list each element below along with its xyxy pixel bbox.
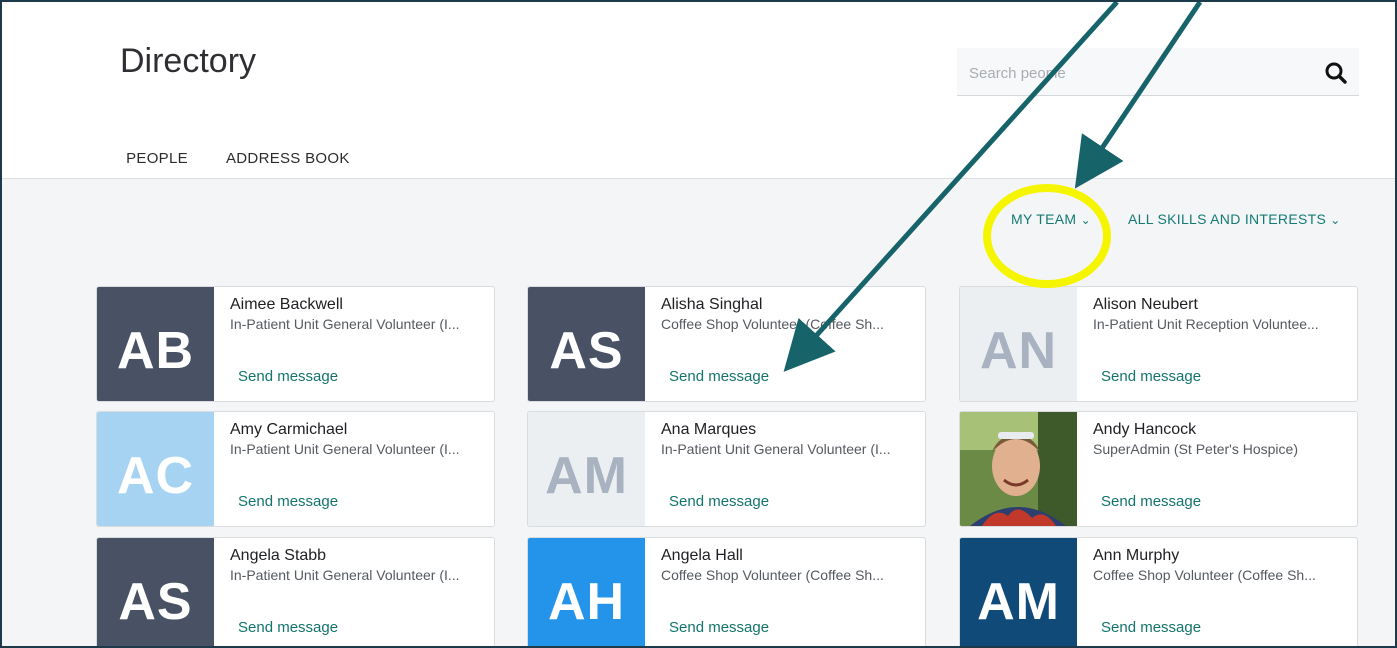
send-message-link[interactable]: Send message <box>669 493 769 510</box>
person-role: Coffee Shop Volunteer (Coffee Sh... <box>661 567 884 583</box>
search-input[interactable] <box>967 60 1301 86</box>
send-message-link[interactable]: Send message <box>669 368 769 385</box>
team-filter-label: MY TEAM <box>1011 211 1077 227</box>
tab-people[interactable]: PEOPLE <box>110 150 204 182</box>
skills-filter-label: ALL SKILLS AND INTERESTS <box>1128 211 1327 227</box>
person-name: Ann Murphy <box>1093 547 1180 564</box>
avatar: AM <box>960 538 1077 646</box>
send-message-link[interactable]: Send message <box>238 619 338 636</box>
tab-address-book[interactable]: ADDRESS BOOK <box>226 150 350 180</box>
person-card[interactable]: AS Alisha Singhal Coffee Shop Volunteer (C… <box>527 286 926 402</box>
person-name: Amy Carmichael <box>230 421 348 438</box>
person-role: In-Patient Unit Reception Voluntee... <box>1093 316 1319 332</box>
page-title: Directory <box>120 42 257 80</box>
person-name: Angela Stabb <box>230 547 327 564</box>
send-message-link[interactable]: Send message <box>238 493 338 510</box>
person-name: Alisha Singhal <box>661 296 763 313</box>
person-card[interactable]: AS Angela Stabb In-Patient Unit General Vo… <box>96 537 495 646</box>
avatar-initials: AS <box>549 322 624 380</box>
avatar-initials: AS <box>118 573 193 631</box>
person-role: SuperAdmin (St Peter's Hospice) <box>1093 441 1298 457</box>
person-role: Coffee Shop Volunteer (Coffee Sh... <box>1093 567 1316 583</box>
search-box <box>957 48 1359 96</box>
search-icon[interactable] <box>1323 60 1349 86</box>
send-message-link[interactable]: Send message <box>1101 368 1201 385</box>
team-filter-dropdown[interactable]: MY TEAM ⌄ <box>1011 211 1091 227</box>
send-message-link[interactable]: Send message <box>669 619 769 636</box>
person-role: In-Patient Unit General Volunteer (I... <box>661 441 891 457</box>
app-window: Directory PEOPLE ADDRESS BOOK MY TEAM ⌄ … <box>0 0 1397 648</box>
person-role: Coffee Shop Volunteer (Coffee Sh... <box>661 316 884 332</box>
avatar: AB <box>97 287 214 401</box>
person-card[interactable]: AB Aimee Backwell In-Patient Unit General … <box>96 286 495 402</box>
skills-filter-dropdown[interactable]: ALL SKILLS AND INTERESTS ⌄ <box>1128 211 1341 227</box>
chevron-down-icon: ⌄ <box>1330 213 1341 227</box>
person-role: In-Patient Unit General Volunteer (I... <box>230 441 460 457</box>
person-name: Alison Neubert <box>1093 296 1198 313</box>
person-card[interactable]: AM Ana Marques In-Patient Unit General Vol… <box>527 411 926 527</box>
person-card[interactable]: AC Amy Carmichael In-Patient Unit General … <box>96 411 495 527</box>
send-message-link[interactable]: Send message <box>238 368 338 385</box>
avatar-initials: AH <box>547 573 626 631</box>
send-message-link[interactable]: Send message <box>1101 493 1201 510</box>
person-role: In-Patient Unit General Volunteer (I... <box>230 316 460 332</box>
avatar: AS <box>97 538 214 646</box>
person-name: Angela Hall <box>661 547 743 564</box>
avatar-initials: AM <box>545 447 628 505</box>
avatar-initials: AN <box>979 322 1058 380</box>
person-card[interactable]: Andy Hancock SuperAdmin (St Peter's Hospi… <box>959 411 1358 527</box>
avatar: AH <box>528 538 645 646</box>
send-message-link[interactable]: Send message <box>1101 619 1201 636</box>
chevron-down-icon: ⌄ <box>1080 213 1091 227</box>
avatar-initials: AM <box>977 573 1060 631</box>
avatar-initials: AC <box>116 447 195 505</box>
person-name: Aimee Backwell <box>230 296 343 313</box>
avatar-initials: AB <box>116 322 195 380</box>
person-name: Ana Marques <box>661 421 757 438</box>
avatar: AC <box>97 412 214 526</box>
person-card[interactable]: AM Ann Murphy Coffee Shop Volunteer (Coffe… <box>959 537 1358 646</box>
person-role: In-Patient Unit General Volunteer (I... <box>230 567 460 583</box>
person-name: Andy Hancock <box>1093 421 1197 438</box>
directory-header: Directory PEOPLE ADDRESS BOOK <box>2 2 1395 182</box>
person-card[interactable]: AH Angela Hall Coffee Shop Volunteer (Coff… <box>527 537 926 646</box>
person-card[interactable]: AN Alison Neubert In-Patient Unit Receptio… <box>959 286 1358 402</box>
avatar: AS <box>528 287 645 401</box>
avatar-photo <box>960 412 1077 526</box>
avatar: AM <box>528 412 645 526</box>
avatar: AN <box>960 287 1077 401</box>
